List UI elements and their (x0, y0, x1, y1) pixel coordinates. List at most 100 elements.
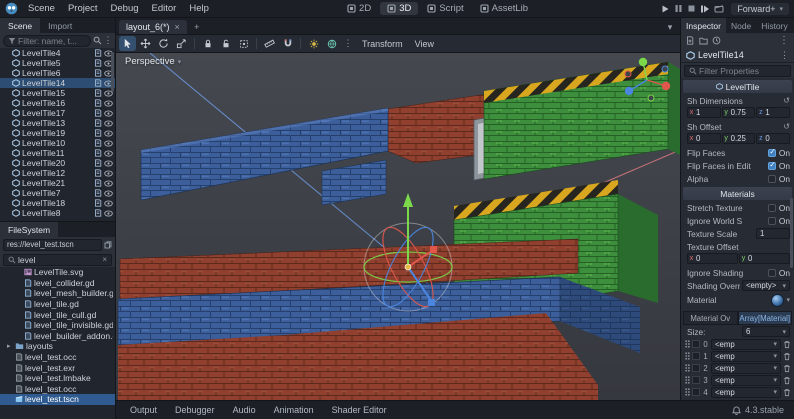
lock-icon[interactable] (199, 36, 216, 51)
filesystem-filter-box[interactable]: × (3, 253, 112, 266)
file-row[interactable]: ▸ LevelTile.svg (0, 267, 115, 278)
attached-script-icon[interactable] (94, 69, 102, 77)
x-field[interactable]: x1 (687, 107, 721, 118)
viewport-3d-scene[interactable] (116, 53, 680, 400)
snap-magnet-icon[interactable] (279, 36, 296, 51)
file-row[interactable]: ▸ level_test.exr (0, 362, 115, 373)
dock-tab[interactable]: History (756, 18, 792, 33)
dock-tab-filesystem[interactable]: FileSystem (0, 222, 59, 237)
viewport-3d[interactable]: Perspective ▾ (116, 53, 680, 400)
menu-item[interactable]: Scene (22, 2, 61, 15)
attached-script-icon[interactable] (94, 199, 102, 207)
workspace-tab[interactable]: AssetLib (473, 2, 535, 15)
workspace-tab[interactable]: 2D (340, 2, 378, 15)
visibility-eye-icon[interactable] (104, 139, 113, 147)
array-editor-tab[interactable]: Array[Material] (737, 311, 792, 325)
visibility-eye-icon[interactable] (104, 129, 113, 137)
attached-script-icon[interactable] (94, 109, 102, 117)
movie-mode-icon[interactable] (714, 4, 724, 14)
attached-script-icon[interactable] (94, 59, 102, 67)
inspector-filter-input[interactable] (699, 65, 786, 76)
visibility-eye-icon[interactable] (104, 169, 113, 177)
workspace-tab[interactable]: Script (420, 2, 470, 15)
attached-script-icon[interactable] (94, 149, 102, 157)
dock-tab[interactable]: Scene (0, 18, 41, 33)
menu-item[interactable]: Editor (146, 2, 183, 15)
z-field[interactable]: z1 (756, 107, 791, 118)
visibility-eye-icon[interactable] (104, 189, 113, 197)
menu-item[interactable]: Debug (105, 2, 145, 15)
clear-filter-icon[interactable]: × (102, 255, 107, 264)
attached-script-icon[interactable] (94, 169, 102, 177)
trash-icon[interactable] (783, 388, 791, 397)
category-materials[interactable]: Materials (683, 187, 792, 200)
array-size-field[interactable]: 6 ▾ (742, 326, 790, 337)
trash-icon[interactable] (783, 376, 791, 385)
scene-tab[interactable]: layout_6(*) × (119, 20, 187, 34)
trash-icon[interactable] (783, 352, 791, 361)
file-row[interactable]: ▸ level_test.occ (0, 352, 115, 363)
material-slot-thumbnail[interactable] (692, 376, 700, 384)
trash-icon[interactable] (783, 364, 791, 373)
history-icon[interactable] (712, 36, 721, 45)
trash-icon[interactable] (783, 340, 791, 349)
revert-icon[interactable]: ↺ (783, 122, 790, 131)
scale-tool-icon[interactable] (173, 36, 190, 51)
flip-faces-in-edit-checkbox[interactable]: On (767, 160, 790, 171)
dock-tab[interactable]: Inspector (681, 18, 726, 33)
load-resource-icon[interactable] (699, 37, 708, 45)
attached-script-icon[interactable] (94, 129, 102, 137)
scene-node-row[interactable]: LevelTile21 (0, 178, 115, 188)
move-tool-icon[interactable] (137, 36, 154, 51)
rotate-tool-icon[interactable] (155, 36, 172, 51)
menu-item[interactable]: Help (183, 2, 215, 15)
scene-dock-menu-icon[interactable]: ⋮ (104, 35, 113, 46)
preview-sun-icon[interactable] (305, 36, 322, 51)
select-tool-icon[interactable] (119, 36, 136, 51)
x-field[interactable]: x0 (687, 253, 738, 264)
notification-bell-icon[interactable] (732, 405, 741, 415)
new-resource-icon[interactable] (686, 36, 695, 45)
bottom-panel-tab[interactable]: Shader Editor (324, 404, 395, 416)
material-slot-thumbnail[interactable] (692, 364, 700, 372)
viewport-menu-item[interactable]: View (409, 39, 440, 49)
file-row[interactable]: ▸ level_tile_cull.gd (0, 309, 115, 320)
attached-script-icon[interactable] (94, 159, 102, 167)
dock-tab[interactable]: Import (40, 18, 80, 33)
attached-script-icon[interactable] (94, 209, 102, 217)
filesystem-filter-input[interactable] (18, 254, 101, 265)
scene-node-row[interactable]: LevelTile13 (0, 118, 115, 128)
attached-script-icon[interactable] (94, 139, 102, 147)
attached-script-icon[interactable] (94, 99, 102, 107)
scene-filter-box[interactable] (3, 34, 91, 47)
drag-handle-icon[interactable] (685, 376, 690, 384)
group-icon[interactable] (235, 36, 252, 51)
file-row[interactable]: ▸ level_mesh_builder.gd (0, 288, 115, 299)
bottom-panel-tab[interactable]: Animation (266, 404, 322, 416)
scene-node-row[interactable]: LevelTile10 (0, 138, 115, 148)
perspective-button[interactable]: Perspective ▾ (125, 56, 181, 67)
stretch-texture-checkbox[interactable]: On (767, 203, 790, 213)
scene-node-row[interactable]: LevelTile6 (0, 68, 115, 78)
material-slot-select[interactable]: <emp ▾ (711, 374, 781, 386)
file-row[interactable]: ▸ level_test.lmbake (0, 373, 115, 384)
visibility-eye-icon[interactable] (104, 99, 113, 107)
shading-override-select[interactable]: <empty> ▾ (742, 280, 790, 291)
visibility-eye-icon[interactable] (104, 119, 113, 127)
inspector-filter-box[interactable] (684, 64, 791, 77)
drag-handle-icon[interactable] (685, 340, 690, 348)
file-row[interactable]: ▸ level_builder_addon.gd (0, 331, 115, 342)
file-row[interactable]: ▸ level_tile_invisible.gd (0, 320, 115, 331)
z-field[interactable]: z0 (756, 133, 791, 144)
inspector-menu-icon[interactable]: ⋮ (779, 35, 789, 46)
scene-node-row[interactable]: LevelTile4 (0, 48, 115, 58)
material-slot-select[interactable]: <emp ▾ (711, 350, 781, 362)
file-row[interactable]: ▸ level_test.tscn (0, 394, 115, 405)
toolbar-menu-icon[interactable]: ⋮ (341, 38, 355, 49)
scene-node-row[interactable]: LevelTile7 (0, 188, 115, 198)
flip-faces-checkbox[interactable]: On (767, 147, 790, 158)
object-menu-icon[interactable]: ⋮ (780, 50, 789, 61)
attached-script-icon[interactable] (94, 119, 102, 127)
material-slot-thumbnail[interactable] (692, 388, 700, 396)
stop-icon[interactable] (687, 4, 696, 13)
